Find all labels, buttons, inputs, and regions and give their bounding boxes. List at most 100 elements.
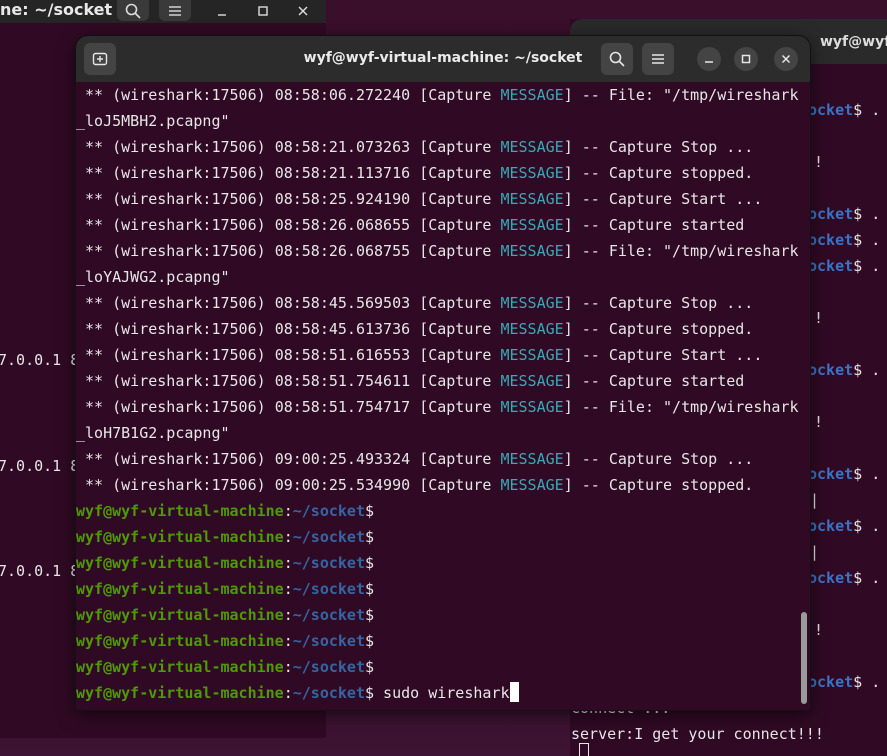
right-output-line: server:I get your connect!!! xyxy=(571,725,824,743)
log-domain: [Capture xyxy=(419,216,501,234)
log-message: Capture Stop ... xyxy=(608,294,754,312)
right-output-line: ! xyxy=(814,309,824,327)
log-prefix: ** (wireshark:17506) xyxy=(76,450,275,468)
log-timestamp: 08:58:51.754611 xyxy=(274,372,411,390)
left-minimize-button[interactable] xyxy=(210,0,234,21)
right-prompt-line: ocket$ . xyxy=(808,569,881,587)
log-line: ** (wireshark:17506) 08:58:26.068655 [Ca… xyxy=(76,212,801,238)
prompt-separator: : xyxy=(283,502,293,520)
right-prompt-line: ocket$ . xyxy=(808,673,881,691)
right-window-title: wyf@wyf-virtual-machine: ~/socket xyxy=(820,34,887,50)
main-terminal-window[interactable]: wyf@wyf-virtual-machine: ~/socket ** (wi… xyxy=(76,36,810,710)
right-prompt-line: ocket$ . xyxy=(808,205,881,223)
log-line: ** (wireshark:17506) 08:58:51.754611 [Ca… xyxy=(76,368,801,394)
prompt-line: wyf@wyf-virtual-machine:~/socket$ xyxy=(76,550,801,576)
command-prompt-line[interactable]: wyf@wyf-virtual-machine:~/socket$ sudo w… xyxy=(76,680,801,706)
log-timestamp: 08:58:51.754717 xyxy=(274,398,411,416)
log-domain: [Capture xyxy=(419,242,501,260)
right-prompt-line: ocket$ . xyxy=(808,257,881,275)
prompt-symbol: $ xyxy=(365,658,375,676)
log-timestamp: 08:58:26.068755 xyxy=(274,242,411,260)
log-line: ** (wireshark:17506) 08:58:21.113716 [Ca… xyxy=(76,160,801,186)
log-level: MESSAGE xyxy=(500,86,564,104)
log-prefix: ** (wireshark:17506) xyxy=(76,372,275,390)
prompt-path: ~/socket xyxy=(292,554,365,572)
log-message: Capture started xyxy=(608,216,745,234)
log-domain: [Capture xyxy=(419,320,501,338)
log-separator: ] -- xyxy=(563,86,609,104)
prompt-separator: : xyxy=(283,684,293,702)
log-message: Capture stopped. xyxy=(608,320,754,338)
maximize-button[interactable] xyxy=(734,47,758,71)
left-close-button[interactable] xyxy=(291,0,315,21)
terminal-output[interactable]: ** (wireshark:17506) 08:58:06.272240 [Ca… xyxy=(76,82,801,710)
log-message: File: "/tmp/wireshark xyxy=(608,398,799,416)
prompt-line: wyf@wyf-virtual-machine:~/socket$ xyxy=(76,654,801,680)
prompt-symbol: $ xyxy=(365,684,375,702)
left-output-line: 7.0.0.1 8 xyxy=(0,562,80,580)
log-line: ** (wireshark:17506) 08:58:26.068755 [Ca… xyxy=(76,238,801,264)
log-timestamp: 08:58:21.113716 xyxy=(274,164,411,182)
log-line: ** (wireshark:17506) 09:00:25.534990 [Ca… xyxy=(76,472,801,498)
log-separator: ] -- xyxy=(563,190,609,208)
close-icon xyxy=(298,6,308,15)
menu-button[interactable] xyxy=(642,43,674,75)
close-button[interactable] xyxy=(774,47,798,71)
prompt-path: ~/socket xyxy=(292,528,365,546)
prompt-path: ~/socket xyxy=(292,606,365,624)
log-domain: [Capture xyxy=(419,450,501,468)
log-timestamp: 08:58:26.068655 xyxy=(274,216,411,234)
log-line: _loYAJWG2.pcapng" xyxy=(76,264,801,290)
log-continuation: _loH7B1G2.pcapng" xyxy=(76,424,230,442)
log-level: MESSAGE xyxy=(500,294,564,312)
terminal-cursor xyxy=(509,682,519,702)
log-domain: [Capture xyxy=(419,476,501,494)
left-maximize-button[interactable] xyxy=(251,0,275,21)
prompt-symbol: $ xyxy=(365,580,375,598)
prompt-symbol: $ xyxy=(365,632,375,650)
log-line: ** (wireshark:17506) 09:00:25.493324 [Ca… xyxy=(76,446,801,472)
log-message: File: "/tmp/wireshark xyxy=(608,242,799,260)
left-search-button[interactable] xyxy=(117,0,149,21)
right-output-line: ! xyxy=(814,413,824,431)
prompt-line: wyf@wyf-virtual-machine:~/socket$ xyxy=(76,628,801,654)
log-line: ** (wireshark:17506) 08:58:06.272240 [Ca… xyxy=(76,82,801,108)
log-line: _loH7B1G2.pcapng" xyxy=(76,420,801,446)
log-line: _loJ5MBH2.pcapng" xyxy=(76,108,801,134)
log-level: MESSAGE xyxy=(500,190,564,208)
log-prefix: ** (wireshark:17506) xyxy=(76,294,275,312)
prompt-line: wyf@wyf-virtual-machine:~/socket$ xyxy=(76,576,801,602)
command-text: sudo wireshark xyxy=(374,684,510,702)
log-domain: [Capture xyxy=(419,86,501,104)
log-message: Capture Stop ... xyxy=(608,450,754,468)
log-timestamp: 09:00:25.493324 xyxy=(274,450,411,468)
log-domain: [Capture xyxy=(419,294,501,312)
log-domain: [Capture xyxy=(419,398,501,416)
log-line: ** (wireshark:17506) 08:58:51.616553 [Ca… xyxy=(76,342,801,368)
log-line: ** (wireshark:17506) 08:58:45.569503 [Ca… xyxy=(76,290,801,316)
log-message: Capture Start ... xyxy=(608,190,763,208)
log-prefix: ** (wireshark:17506) xyxy=(76,86,275,104)
log-separator: ] -- xyxy=(563,294,609,312)
log-message: Capture stopped. xyxy=(608,164,754,182)
prompt-path: ~/socket xyxy=(292,502,365,520)
prompt-user: wyf@wyf-virtual-machine xyxy=(76,632,284,650)
minimize-button[interactable] xyxy=(697,47,721,71)
log-level: MESSAGE xyxy=(500,372,564,390)
left-menu-button[interactable] xyxy=(159,0,191,21)
prompt-symbol: $ xyxy=(365,528,375,546)
scrollbar-thumb[interactable] xyxy=(801,612,807,704)
prompt-separator: : xyxy=(283,632,293,650)
log-level: MESSAGE xyxy=(500,450,564,468)
prompt-user: wyf@wyf-virtual-machine xyxy=(76,606,284,624)
log-domain: [Capture xyxy=(419,346,501,364)
log-line: ** (wireshark:17506) 08:58:25.924190 [Ca… xyxy=(76,186,801,212)
log-separator: ] -- xyxy=(563,372,609,390)
log-timestamp: 09:00:25.534990 xyxy=(274,476,411,494)
log-prefix: ** (wireshark:17506) xyxy=(76,216,275,234)
log-line: ** (wireshark:17506) 08:58:51.754717 [Ca… xyxy=(76,394,801,420)
search-button[interactable] xyxy=(601,43,633,75)
prompt-symbol: $ xyxy=(365,606,375,624)
left-output-line: 7.0.0.1 8 xyxy=(0,351,80,369)
log-separator: ] -- xyxy=(563,216,609,234)
